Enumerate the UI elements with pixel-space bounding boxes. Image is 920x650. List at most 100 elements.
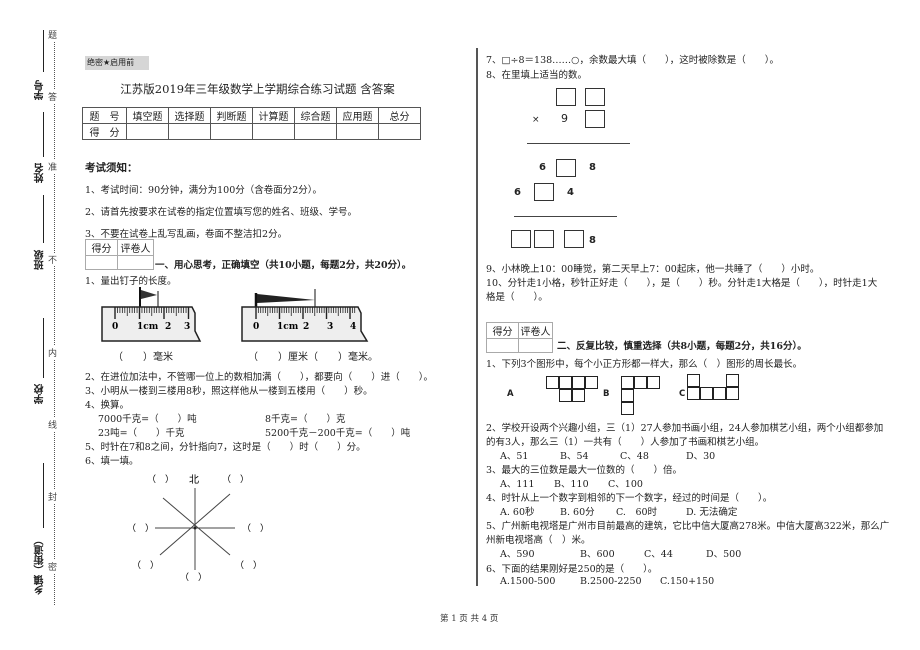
digit-box[interactable] (564, 230, 584, 248)
score-cell[interactable] (210, 123, 253, 140)
option-c[interactable]: C. 60时 (616, 504, 657, 518)
score-cell[interactable] (252, 123, 295, 140)
question-s2-3: 3、最大的三位数是最大一位数的（ ）倍。 (486, 465, 683, 476)
ruler-label: 2 (303, 322, 309, 332)
question-6: 6、填一填。 (85, 456, 139, 467)
digit-box[interactable] (585, 88, 605, 106)
answer-blank-cm-mm[interactable]: （ ）厘米（ ）毫米。 (248, 348, 378, 363)
option-c[interactable]: C、44 (644, 546, 673, 560)
field-school: 学校 (35, 384, 46, 404)
seal-char: 答 (48, 90, 58, 103)
shape-square (634, 376, 647, 389)
shape-square (621, 389, 634, 402)
shape-label-a[interactable]: A (507, 389, 514, 399)
question-s2-2: 2、学校开设两个兴趣小组，三（1）27人参加书画小组，24人参加棋艺小组，两个小… (486, 423, 884, 434)
digit-box[interactable] (556, 159, 576, 177)
grader-label: 评卷人 (117, 239, 154, 256)
digit-box[interactable] (534, 230, 554, 248)
seal-char: 准 (48, 160, 58, 173)
question-10-cont: 格是（ ）。 (486, 292, 548, 303)
multiplier-digit: 9 (561, 112, 568, 125)
score-cell[interactable] (294, 123, 337, 140)
score-cell[interactable] (378, 123, 421, 140)
shape-square (621, 402, 634, 415)
score-cell[interactable] (168, 123, 211, 140)
secret-label: 绝密★启用前 (85, 56, 149, 70)
field-line (43, 195, 44, 243)
ruler-label: 3 (327, 322, 333, 332)
row2-digit: 6 (514, 187, 521, 198)
conversion-a: 7000千克=（ ）吨 (98, 414, 197, 425)
conversion-b: 8千克=（ ）克 (265, 414, 346, 425)
question-s2-6: 6、下面的结果刚好是250的是（ ）。 (486, 564, 658, 575)
ruler-label: 0 (253, 322, 259, 332)
option-a[interactable]: A.1500-500 (500, 576, 555, 587)
shape-square (700, 387, 713, 400)
answer-blank-mm[interactable]: （ ）毫米 (113, 348, 173, 363)
shape-square (572, 376, 585, 389)
ruler-figure-1: 0 1cm 2 3 (101, 287, 202, 342)
score-table-header: 计算题 (252, 107, 295, 124)
shape-square (647, 376, 660, 389)
grader-box: 得分 评卷人 (486, 322, 553, 353)
field-line (43, 30, 44, 72)
option-b[interactable]: B.2500-2250 (580, 576, 642, 587)
shape-square (726, 374, 739, 387)
row3-digit: 8 (589, 235, 596, 246)
score-table-header: 总分 (378, 107, 421, 124)
digit-box[interactable] (511, 230, 531, 248)
question-s2-4: 4、时针从上一个数字到相邻的下一个数字，经过的时间是（ ）。 (486, 493, 773, 504)
compass-blank-e[interactable]: （ ） (242, 523, 269, 534)
option-a[interactable]: A. 60秒 (500, 504, 535, 518)
question-10: 10、分针走1小格，秒针正好走（ ），是（ ）秒。分针走1大格是（ ），时针走1… (486, 278, 878, 289)
compass-blank-se[interactable]: （ ） (235, 560, 262, 571)
score-cell[interactable] (336, 123, 379, 140)
column-divider (476, 48, 478, 586)
grader-box: 得分 评卷人 (85, 239, 154, 270)
sum-line (527, 143, 630, 144)
option-b[interactable]: B. 60分 (560, 504, 595, 518)
compass-blank-nw[interactable]: （ ） (147, 474, 174, 485)
grader-score-cell[interactable] (486, 338, 519, 353)
option-a[interactable]: A、111 (500, 476, 535, 490)
grader-name-cell[interactable] (117, 255, 154, 270)
digit-box[interactable] (534, 183, 554, 201)
grader-score-cell[interactable] (85, 255, 118, 270)
score-table-header: 判断题 (210, 107, 253, 124)
option-b[interactable]: B、110 (554, 476, 589, 490)
shape-label-c[interactable]: C (679, 389, 685, 399)
digit-box[interactable] (556, 88, 576, 106)
option-b[interactable]: B、600 (580, 546, 615, 560)
option-a[interactable]: A、51 (500, 448, 528, 462)
shape-square (687, 387, 700, 400)
page-footer: 第 1 页 共 4 页 (440, 614, 499, 624)
shape-label-b[interactable]: B (603, 389, 609, 399)
compass-blank-sw[interactable]: （ ） (132, 560, 159, 571)
grader-name-cell[interactable] (518, 338, 553, 353)
question-s2-1: 1、下列3个图形中，每个小正方形都一样大，那么（ ）图形的周长最长。 (486, 359, 803, 370)
compass-blank-w[interactable]: （ ） (127, 523, 154, 534)
option-a[interactable]: A、590 (500, 546, 535, 560)
option-b[interactable]: B、54 (560, 448, 589, 462)
option-c[interactable]: C、48 (620, 448, 649, 462)
compass-north-label: 北 (189, 474, 199, 486)
option-c[interactable]: C.150+150 (660, 576, 714, 587)
digit-box[interactable] (585, 110, 605, 128)
conversion-d: 5200千克－200千克=（ ）吨 (265, 428, 411, 439)
seal-char: 线 (48, 418, 58, 431)
shape-square (713, 387, 726, 400)
field-line (43, 463, 44, 528)
notice-heading: 考试须知： (85, 162, 138, 174)
score-table-header: 应用题 (336, 107, 379, 124)
compass-blank-ne[interactable]: （ ） (222, 474, 249, 485)
question-s2-2-cont: 的有3人，那么三（1）一共有（ ）人参加了书画和棋艺小组。 (486, 437, 765, 448)
score-cell[interactable] (126, 123, 169, 140)
option-d[interactable]: D. 无法确定 (686, 504, 737, 518)
grader-label: 评卷人 (518, 322, 553, 339)
option-c[interactable]: C、100 (608, 476, 643, 490)
field-class: 班级 (35, 250, 46, 270)
option-d[interactable]: D、30 (686, 448, 715, 462)
option-d[interactable]: D、500 (706, 546, 741, 560)
compass-blank-s[interactable]: （ ） (180, 572, 207, 583)
question-s2-5-cont: 州新电视塔高（ ）米。 (486, 535, 591, 546)
